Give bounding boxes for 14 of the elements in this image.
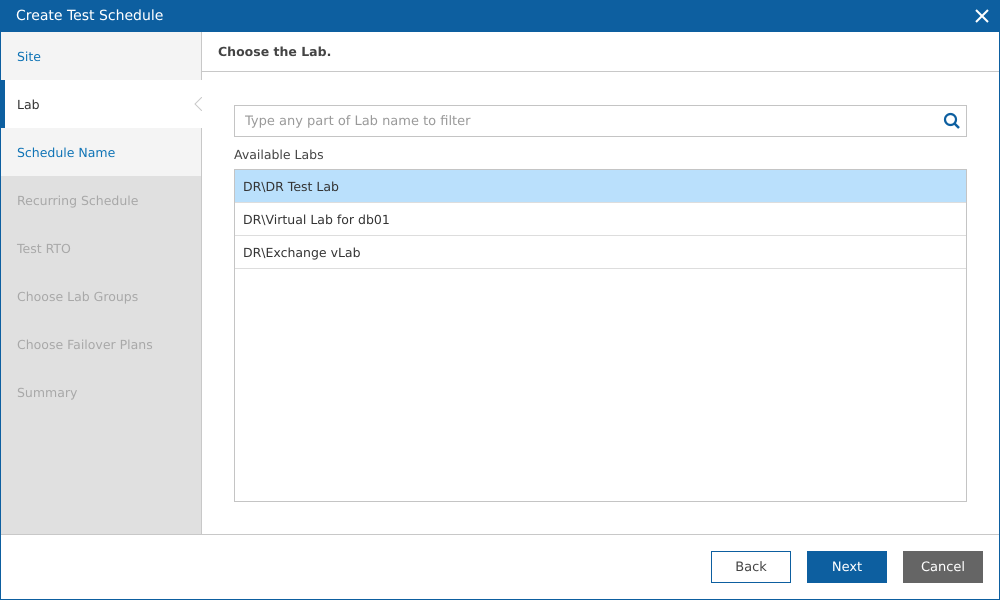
- pointer-icon: [194, 97, 202, 111]
- page-heading: Choose the Lab.: [202, 32, 999, 72]
- window-title: Create Test Schedule: [16, 8, 164, 24]
- lab-row[interactable]: DR\DR Test Lab: [235, 170, 966, 203]
- search-icon[interactable]: [943, 112, 961, 130]
- wizard-step[interactable]: Lab: [1, 80, 202, 128]
- close-button[interactable]: [974, 8, 990, 24]
- wizard-step[interactable]: Site: [1, 32, 201, 80]
- search-field[interactable]: Type any part of Lab name to filter: [234, 105, 967, 137]
- footer-button[interactable]: Back: [711, 551, 791, 583]
- list-label: Available Labs: [234, 147, 325, 162]
- footer-button[interactable]: Next: [807, 551, 887, 583]
- footer-button[interactable]: Cancel: [903, 551, 983, 583]
- wizard-step[interactable]: Schedule Name: [1, 128, 201, 176]
